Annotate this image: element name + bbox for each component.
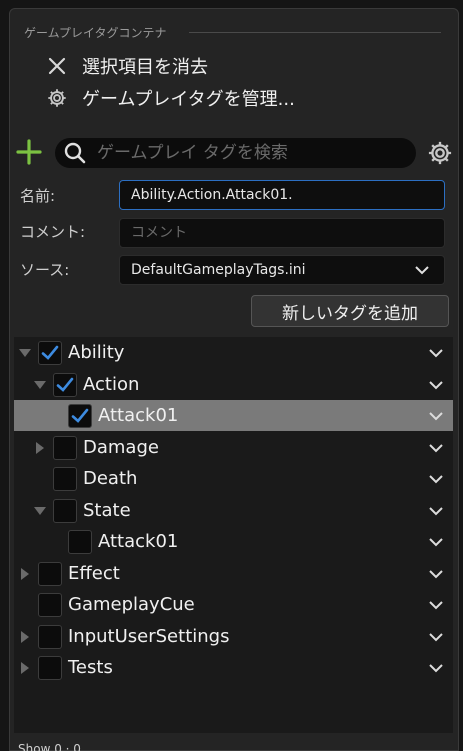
chevron-down-icon[interactable] bbox=[428, 661, 444, 675]
tag-checkbox[interactable] bbox=[38, 624, 62, 649]
comment-label: コメント: bbox=[20, 223, 86, 241]
tag-label: Death bbox=[83, 468, 138, 489]
tag-label: GameplayCue bbox=[68, 594, 195, 615]
tree-row[interactable]: GameplayCue bbox=[14, 589, 453, 620]
tag-checkbox[interactable] bbox=[68, 404, 92, 428]
comment-field[interactable] bbox=[119, 218, 445, 248]
tag-label: Ability bbox=[68, 342, 125, 363]
chevron-down-icon[interactable] bbox=[428, 504, 444, 518]
tree-row[interactable]: Damage bbox=[14, 432, 453, 463]
checkmark-icon bbox=[41, 345, 59, 360]
tree-row[interactable]: Tests bbox=[14, 652, 453, 683]
chevron-down-icon[interactable] bbox=[428, 535, 444, 549]
tag-label: Action bbox=[83, 373, 140, 395]
tag-label: State bbox=[83, 499, 131, 521]
close-icon bbox=[44, 53, 70, 79]
tag-name-input[interactable] bbox=[131, 187, 444, 203]
chevron-down-icon[interactable] bbox=[428, 567, 444, 581]
chevron-down-icon[interactable] bbox=[428, 441, 444, 455]
source-value: DefaultGameplayTags.ini bbox=[131, 262, 306, 278]
section-title: ゲームプレイタグコンテナ bbox=[24, 26, 167, 40]
collapsed-arrow-icon[interactable] bbox=[18, 567, 32, 581]
tag-checkbox[interactable] bbox=[68, 530, 92, 554]
tree-row[interactable]: Attack01 bbox=[14, 526, 453, 557]
collapsed-arrow-icon[interactable] bbox=[18, 630, 32, 644]
tag-tree: Ability Action Attack01 Damage Death State Att… bbox=[14, 337, 453, 733]
chevron-down-icon[interactable] bbox=[428, 409, 444, 423]
status-text: Show 0 · 0 bbox=[18, 742, 81, 751]
tag-label: Effect bbox=[68, 562, 120, 584]
tree-row[interactable]: Death bbox=[14, 463, 453, 494]
tag-checkbox[interactable] bbox=[38, 656, 62, 680]
tag-name-field[interactable] bbox=[119, 180, 445, 210]
expanded-arrow-icon[interactable] bbox=[33, 378, 47, 392]
name-label: 名前: bbox=[20, 187, 56, 205]
tag-label: Damage bbox=[83, 436, 159, 458]
plus-icon bbox=[16, 139, 42, 165]
tag-checkbox[interactable] bbox=[53, 467, 77, 491]
gear-icon bbox=[428, 141, 452, 165]
manage-tags-label: ゲームプレイタグを管理... bbox=[82, 89, 295, 110]
expanded-arrow-icon[interactable] bbox=[18, 346, 32, 360]
tag-checkbox[interactable] bbox=[53, 372, 77, 397]
tag-checkbox[interactable] bbox=[38, 341, 62, 365]
add-tag-plus-button[interactable] bbox=[16, 139, 42, 165]
tag-checkbox[interactable] bbox=[38, 593, 62, 617]
tree-row[interactable]: Ability bbox=[14, 337, 453, 368]
tag-label: Tests bbox=[68, 657, 113, 678]
clear-selection-label: 選択項目を消去 bbox=[82, 57, 208, 78]
tag-checkbox[interactable] bbox=[38, 561, 62, 586]
collapsed-arrow-icon[interactable] bbox=[33, 441, 47, 455]
add-new-tag-button[interactable]: 新しいタグを追加 bbox=[251, 295, 449, 327]
chevron-down-icon[interactable] bbox=[428, 630, 444, 644]
comment-input[interactable] bbox=[131, 225, 444, 241]
tree-row[interactable]: Action bbox=[14, 369, 453, 400]
search-settings-button[interactable] bbox=[426, 139, 454, 167]
search-icon bbox=[61, 139, 89, 167]
source-label: ソース: bbox=[20, 261, 70, 279]
chevron-down-icon[interactable] bbox=[428, 472, 444, 486]
chevron-down-icon[interactable] bbox=[428, 346, 444, 360]
tag-label: InputUserSettings bbox=[68, 625, 230, 647]
tag-label: Attack01 bbox=[98, 405, 179, 426]
checkmark-icon bbox=[56, 377, 74, 392]
section-divider bbox=[189, 32, 441, 33]
chevron-down-icon[interactable] bbox=[428, 378, 444, 392]
tag-checkbox[interactable] bbox=[53, 435, 77, 460]
collapsed-arrow-icon[interactable] bbox=[18, 661, 32, 675]
clear-selection-menu-item[interactable]: 選択項目を消去 bbox=[44, 52, 208, 80]
tag-search-input[interactable] bbox=[97, 143, 397, 163]
tag-search-box[interactable] bbox=[55, 138, 416, 168]
source-dropdown[interactable]: DefaultGameplayTags.ini bbox=[119, 255, 445, 285]
chevron-down-icon bbox=[415, 266, 429, 275]
tag-label: Attack01 bbox=[98, 531, 179, 552]
manage-tags-menu-item[interactable]: ゲームプレイタグを管理... bbox=[44, 84, 295, 112]
chevron-down-icon[interactable] bbox=[428, 598, 444, 612]
expanded-arrow-icon[interactable] bbox=[33, 504, 47, 518]
tree-row[interactable]: State bbox=[14, 495, 453, 526]
gear-icon bbox=[44, 85, 70, 111]
tree-row[interactable]: Effect bbox=[14, 558, 453, 589]
tree-row[interactable]: Attack01 bbox=[14, 400, 453, 431]
tree-row[interactable]: InputUserSettings bbox=[14, 621, 453, 652]
checkmark-icon bbox=[71, 408, 89, 423]
tag-checkbox[interactable] bbox=[53, 498, 77, 523]
